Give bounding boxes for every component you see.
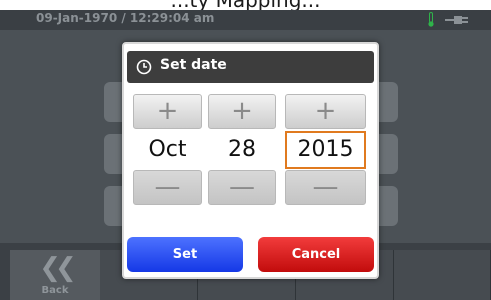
thermometer-icon [428,12,434,27]
year-value[interactable]: 2015 [285,131,366,169]
year-increment-button[interactable]: + [285,94,366,129]
day-decrement-button[interactable]: — [208,170,276,205]
back-button[interactable]: ❮❮ Back [10,250,100,300]
month-spinner: + Oct — [133,94,202,205]
device-screen: 09-Jan-1970 / 12:29:04 am ❮❮ Back Set da… [0,10,491,300]
year-decrement-button[interactable]: — [285,170,366,205]
minus-icon: — [154,172,181,202]
month-decrement-button[interactable]: — [133,170,202,205]
status-datetime: 09-Jan-1970 / 12:29:04 am [36,11,215,25]
day-increment-button[interactable]: + [208,94,276,129]
plus-icon: + [156,96,179,126]
plus-icon: + [314,96,337,126]
double-chevron-left-icon: ❮❮ [39,253,77,283]
dialog-header: Set date [127,51,374,83]
dialog-title: Set date [160,57,227,73]
clock-icon [136,59,152,75]
year-spinner: + 2015 — [285,94,366,205]
month-increment-button[interactable]: + [133,94,202,129]
set-date-dialog: Set date + Oct — + 28 — + 2015 — Set Can… [122,42,379,279]
window-title: ...ty Mapping... [0,0,491,10]
minus-icon: — [229,172,255,202]
power-plug-icon [445,16,468,24]
back-label: Back [41,285,69,296]
minus-icon: — [312,172,339,202]
set-button[interactable]: Set [127,237,243,272]
month-value[interactable]: Oct [133,131,202,169]
plus-icon: + [231,96,253,126]
status-bar: 09-Jan-1970 / 12:29:04 am [0,10,491,30]
bottom-bar-cell [394,250,491,300]
cancel-button[interactable]: Cancel [258,237,374,272]
day-spinner: + 28 — [208,94,276,205]
day-value[interactable]: 28 [208,131,276,169]
